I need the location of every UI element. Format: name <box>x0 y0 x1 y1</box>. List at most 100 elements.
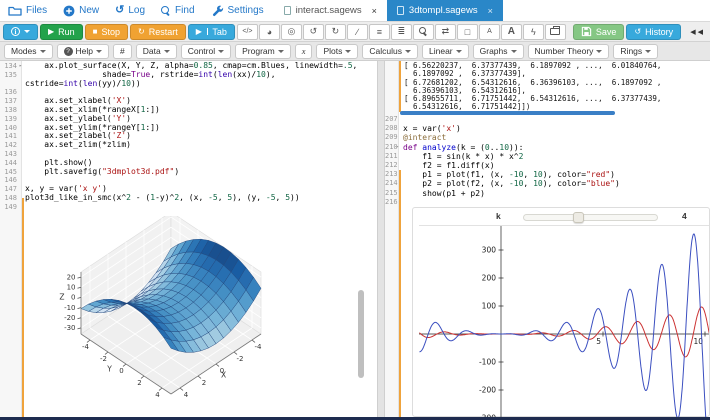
svg-text:2: 2 <box>202 379 206 387</box>
code-line[interactable]: def analyze(k = (0..10)): <box>403 143 620 152</box>
svg-text:0: 0 <box>119 367 123 375</box>
line-number: 141 <box>4 132 17 141</box>
svg-text:-4: -4 <box>82 343 90 351</box>
k-slider[interactable] <box>523 212 658 223</box>
menu-rings[interactable]: Rings <box>613 43 659 59</box>
font-increase-icon-button[interactable]: A <box>500 23 522 40</box>
3d-surface-plot: 20100-10-20-30Z-4-2024Y-4-2024X <box>59 216 262 399</box>
indent-icon-button[interactable]: ≡ <box>368 23 390 40</box>
log-button[interactable]: ↺ Log <box>107 0 153 21</box>
run-button[interactable]: ▶ Run <box>40 23 83 40</box>
menu-plots[interactable]: Plots <box>316 43 359 59</box>
code-line[interactable]: f1 = sin(k * x) * x^2 <box>403 152 620 161</box>
settings-button[interactable]: Settings <box>203 0 272 21</box>
redo-icon: ↻ <box>331 26 340 36</box>
code-line[interactable]: plot3d_like_in_smc(x^2 - (1-y)^2, (x, -5… <box>25 193 357 203</box>
line-number: 138 <box>4 105 17 114</box>
code-line[interactable]: p1 = plot(f1, (x, -10, 10), color="red") <box>403 170 620 179</box>
line-number: 207 <box>385 115 398 123</box>
caret-down-icon <box>24 30 30 33</box>
search-icon-button[interactable] <box>412 23 434 40</box>
exchange-icon: ⇄ <box>441 26 450 36</box>
menu-modes[interactable]: Modes <box>4 43 53 59</box>
undo-icon-button[interactable]: ↺ <box>302 23 324 40</box>
menu-help[interactable]: ? Help <box>56 43 109 59</box>
history-label: History <box>645 26 674 37</box>
menu-label: Help <box>75 46 93 56</box>
menu-x[interactable]: x <box>294 43 313 59</box>
floppy-icon <box>581 26 592 37</box>
close-icon[interactable]: × <box>372 6 377 16</box>
history-icon: ↺ <box>115 4 125 16</box>
code-line[interactable] <box>403 115 620 124</box>
tab-3dtompl-sagews[interactable]: 3dtompl.sagews × <box>386 0 503 21</box>
restart-button[interactable]: ↻ Restart <box>130 23 186 40</box>
stop-square-icon-button[interactable]: □ <box>456 23 478 40</box>
flash-icon-button[interactable]: ϟ <box>522 23 544 40</box>
print-icon-button[interactable] <box>544 23 566 40</box>
tab-complete-button[interactable]: ▶ Tab <box>187 23 235 40</box>
outdent-icon-button[interactable]: ≣ <box>390 23 412 40</box>
menu-calculus[interactable]: Calculus <box>362 43 418 59</box>
close-icon[interactable]: × <box>488 6 493 16</box>
code-line[interactable] <box>403 198 620 207</box>
history-button[interactable]: ↺ History <box>626 23 682 40</box>
files-button[interactable]: Files <box>0 0 55 21</box>
exchange-icon-button[interactable]: ⇄ <box>434 23 456 40</box>
files-label: Files <box>26 5 48 16</box>
code-line[interactable]: plt.savefig("3dmplot3d.pdf") <box>25 167 357 177</box>
code-line[interactable] <box>25 203 357 212</box>
code-line[interactable]: show(p1 + p2) <box>403 189 620 198</box>
line-number: 145 <box>4 167 17 176</box>
find-button[interactable]: Find <box>153 0 202 21</box>
tab-interact-sagews[interactable]: interact.sagews × <box>274 0 387 21</box>
font-decrease-icon-button[interactable]: A <box>478 23 500 40</box>
pie-chart-icon-button[interactable]: ◕ <box>258 23 280 40</box>
folder-icon <box>8 6 22 16</box>
bullseye-icon-button[interactable]: ◎ <box>280 23 302 40</box>
right-gutter: 207 208 209 210 ▸ 211 212 213 214 215 216 <box>385 61 399 417</box>
line-number: 213 <box>385 170 398 179</box>
menu-control[interactable]: Control <box>180 43 232 59</box>
left-vertical-scrollbar[interactable] <box>358 290 364 378</box>
tab-label: 3dtompl.sagews <box>408 5 478 16</box>
menu-number-theory[interactable]: Number Theory <box>527 43 610 59</box>
svg-text:5: 5 <box>596 337 601 346</box>
code-line[interactable]: cstride=int(len(yy)/10)) <box>25 79 357 89</box>
fold-marker-icon[interactable]: ▸ <box>396 143 399 152</box>
left-code[interactable]: ax.plot_surface(X, Y, Z, alpha=0.85, cma… <box>25 61 357 212</box>
line-number: 137 <box>4 97 17 106</box>
wrench-icon <box>212 5 223 16</box>
svg-text:Y: Y <box>106 364 112 373</box>
right-code[interactable]: x = var('x') @interact def analyze(k = (0.… <box>403 115 620 207</box>
new-label: New <box>79 5 100 16</box>
pane-divider[interactable] <box>377 61 385 417</box>
fold-marker-icon[interactable]: ▸ <box>19 62 22 71</box>
menu-program[interactable]: Program <box>235 43 291 59</box>
menu--[interactable]: # <box>113 43 132 59</box>
slider-thumb[interactable] <box>573 212 584 223</box>
stop-button[interactable]: ■ Stop <box>84 23 129 40</box>
menu-linear[interactable]: Linear <box>422 43 469 59</box>
code-line[interactable]: x = var('x') <box>403 124 620 133</box>
info-dropdown-button[interactable]: i <box>3 23 38 40</box>
code-icon-button[interactable]: </> <box>236 23 258 40</box>
tab-label: Tab <box>212 26 227 37</box>
menu-data[interactable]: Data <box>135 43 177 59</box>
stop-icon: ■ <box>92 26 98 36</box>
pencil-icon-button[interactable]: ∕ <box>346 23 368 40</box>
line-number: 212 <box>385 160 398 169</box>
redo-icon-button[interactable]: ↻ <box>324 23 346 40</box>
save-button[interactable]: Save <box>572 23 625 40</box>
code-line[interactable]: f2 = f1.diff(x) <box>403 161 620 170</box>
code-line[interactable]: p2 = plot(f2, (x, -10, 10), color="blue"… <box>403 179 620 188</box>
new-button[interactable]: New <box>55 0 107 21</box>
code-line[interactable]: ax.set_zlim(*zlim) <box>25 140 357 150</box>
code-line[interactable]: @interact <box>403 133 620 142</box>
svg-text:-200: -200 <box>479 386 496 395</box>
collapse-chevrons-icon[interactable]: ◀◀ <box>690 28 707 36</box>
menu-graphs[interactable]: Graphs <box>472 43 524 59</box>
undo-icon: ↺ <box>309 26 318 36</box>
outdent-icon: ≣ <box>397 26 406 36</box>
save-label: Save <box>595 26 617 37</box>
